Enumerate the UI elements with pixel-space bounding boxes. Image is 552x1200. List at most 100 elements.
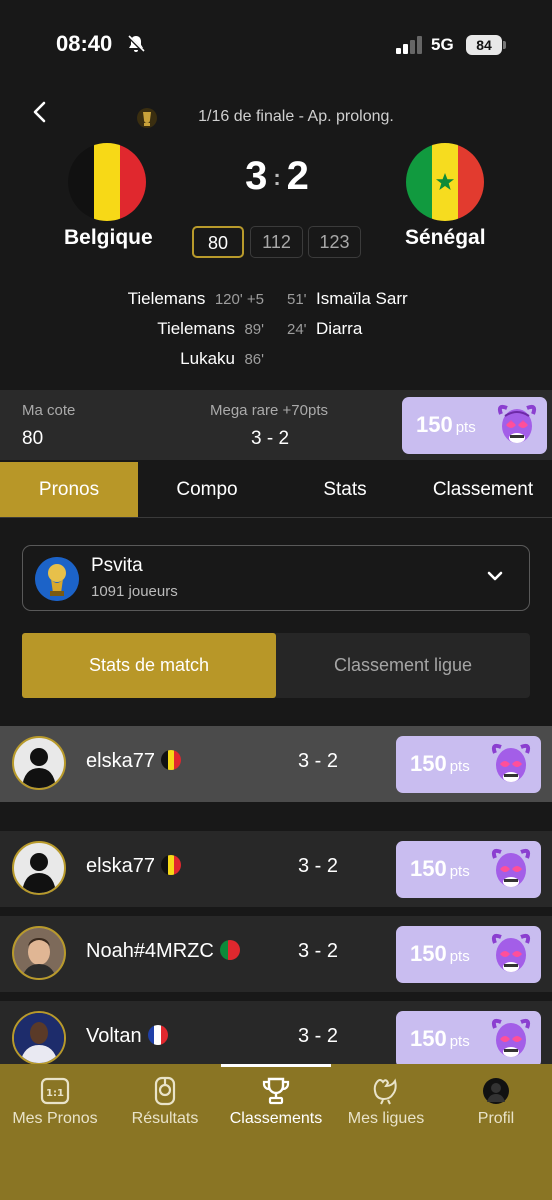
scorer-row: Tielemans 89' (128, 314, 264, 344)
username: Voltan (86, 1025, 142, 1047)
rarity-label: Mega rare +70pts (210, 402, 328, 419)
list-item[interactable]: elska77 3 - 2 150 pts (0, 726, 552, 802)
league-player-count: 1091 joueurs (91, 583, 178, 600)
scorer-minute: 86' (244, 351, 264, 368)
nav-label: Mes Pronos (12, 1110, 98, 1127)
points-unit: pts (449, 758, 470, 775)
nav-profil[interactable]: Profil (441, 1076, 551, 1128)
medal-icon (154, 1076, 176, 1106)
scorer-name: Tielemans (157, 319, 235, 338)
home-score: 3 (245, 154, 268, 198)
odd-home[interactable]: 80 (192, 226, 244, 258)
points-unit: pts (455, 419, 476, 436)
points-value: 150 (410, 856, 447, 881)
bottom-nav: 1:1 Mes Pronos Résultats Classements Mes… (0, 1064, 552, 1200)
match-tabs: Pronos Compo Stats Classement (0, 462, 552, 518)
points-badge: 150 pts (396, 736, 541, 793)
username: Noah#4MRZC (86, 940, 214, 962)
away-team-name: Sénégal (405, 226, 486, 249)
nav-label: Profil (477, 1110, 515, 1127)
points-badge: 150 pts (396, 1011, 541, 1068)
scorer-row: 24' Diarra (287, 314, 408, 344)
odd-away[interactable]: 123 (308, 226, 361, 258)
scorer-name: Tielemans (127, 289, 206, 308)
battery-icon: 84 (466, 35, 502, 55)
league-name: Psvita (91, 555, 143, 576)
portugal-flag-icon (219, 940, 240, 960)
tab-compo[interactable]: Compo (138, 462, 276, 517)
my-prediction: 3 - 2 (251, 428, 290, 449)
bell-off-icon (126, 34, 146, 54)
tab-pronos[interactable]: Pronos (0, 462, 138, 517)
chevron-down-icon (487, 571, 503, 581)
match-round: 1/16 de finale - Ap. prolong. (198, 108, 394, 125)
mascot-icon (491, 848, 531, 887)
scorer-minute: 89' (244, 321, 264, 338)
username: elska77 (86, 855, 155, 877)
profile-avatar-icon (483, 1078, 509, 1104)
trophy-icon (262, 1077, 290, 1105)
mascot-icon (491, 1018, 531, 1057)
points-unit: pts (449, 863, 470, 880)
mascot-icon (497, 404, 537, 443)
nav-label: Résultats (131, 1110, 199, 1127)
mascot-icon (491, 743, 531, 782)
scorer-row: 51' Ismaïla Sarr (287, 284, 408, 314)
battery-tip (503, 41, 506, 49)
points-value: 150 (416, 412, 453, 437)
home-scorers: Tielemans 120' +5 Tielemans 89' Lukaku 8… (128, 284, 264, 374)
my-odds-value: 80 (22, 428, 44, 449)
scorer-row: Lukaku 86' (128, 344, 264, 374)
tab-stats[interactable]: Stats (276, 462, 414, 517)
nav-mes-pronos[interactable]: 1:1 Mes Pronos (0, 1076, 110, 1128)
points-value: 150 (410, 941, 447, 966)
user-prediction: 3 - 2 (298, 855, 339, 877)
segment-league-ranking[interactable]: Classement ligue (276, 633, 530, 698)
tab-classement[interactable]: Classement (414, 462, 552, 517)
points-value: 150 (410, 751, 447, 776)
league-logo-icon (35, 557, 79, 601)
belgium-flag-icon (160, 855, 181, 875)
scorer-name: Lukaku (180, 349, 235, 368)
points-badge: 150 pts (402, 397, 547, 454)
points-unit: pts (449, 948, 470, 965)
belgium-flag-icon (68, 143, 146, 221)
scorer-minute: 51' (287, 291, 307, 308)
scoreboard-icon: 1:1 (40, 1077, 70, 1105)
nav-classements[interactable]: Classements (221, 1076, 331, 1128)
avatar (12, 1011, 66, 1065)
home-team-name: Belgique (64, 226, 153, 249)
nav-label: Mes ligues (347, 1110, 425, 1127)
match-score: 3:2 (232, 154, 322, 199)
view-segmented-control: Stats de match Classement ligue (22, 633, 530, 698)
list-item[interactable]: Noah#4MRZC 3 - 2 150 pts (0, 916, 552, 992)
list-item-user: Voltan (86, 1025, 168, 1048)
league-selector[interactable]: Psvita 1091 joueurs (22, 545, 530, 611)
nav-mes-ligues[interactable]: Mes ligues (331, 1076, 441, 1128)
list-item-user: elska77 (86, 750, 181, 773)
france-flag-icon (147, 1025, 168, 1045)
away-scorers: 51' Ismaïla Sarr 24' Diarra (287, 284, 408, 344)
user-prediction: 3 - 2 (298, 940, 339, 962)
status-bar: 08:40 5G 84 (0, 0, 552, 90)
segment-match-stats[interactable]: Stats de match (22, 633, 276, 698)
avatar (12, 841, 66, 895)
belgium-flag-icon (160, 750, 181, 770)
network-label: 5G (431, 35, 454, 54)
mascot-icon (491, 933, 531, 972)
list-item-user: Noah#4MRZC (86, 940, 240, 963)
scorer-row: Tielemans 120' +5 (128, 284, 264, 314)
away-score: 2 (286, 154, 309, 198)
list-item[interactable]: elska77 3 - 2 150 pts (0, 831, 552, 907)
nav-active-indicator (221, 1064, 331, 1067)
my-odds-label: Ma cote (22, 402, 76, 419)
username: elska77 (86, 750, 155, 772)
status-time: 08:40 (56, 31, 113, 56)
user-prediction: 3 - 2 (298, 750, 339, 772)
signal-icon (396, 36, 422, 54)
odd-draw[interactable]: 112 (250, 226, 303, 258)
scorer-name: Ismaïla Sarr (316, 289, 408, 308)
nav-resultats[interactable]: Résultats (110, 1076, 220, 1128)
avatar (12, 736, 66, 790)
scorer-minute: 120' +5 (214, 291, 264, 308)
